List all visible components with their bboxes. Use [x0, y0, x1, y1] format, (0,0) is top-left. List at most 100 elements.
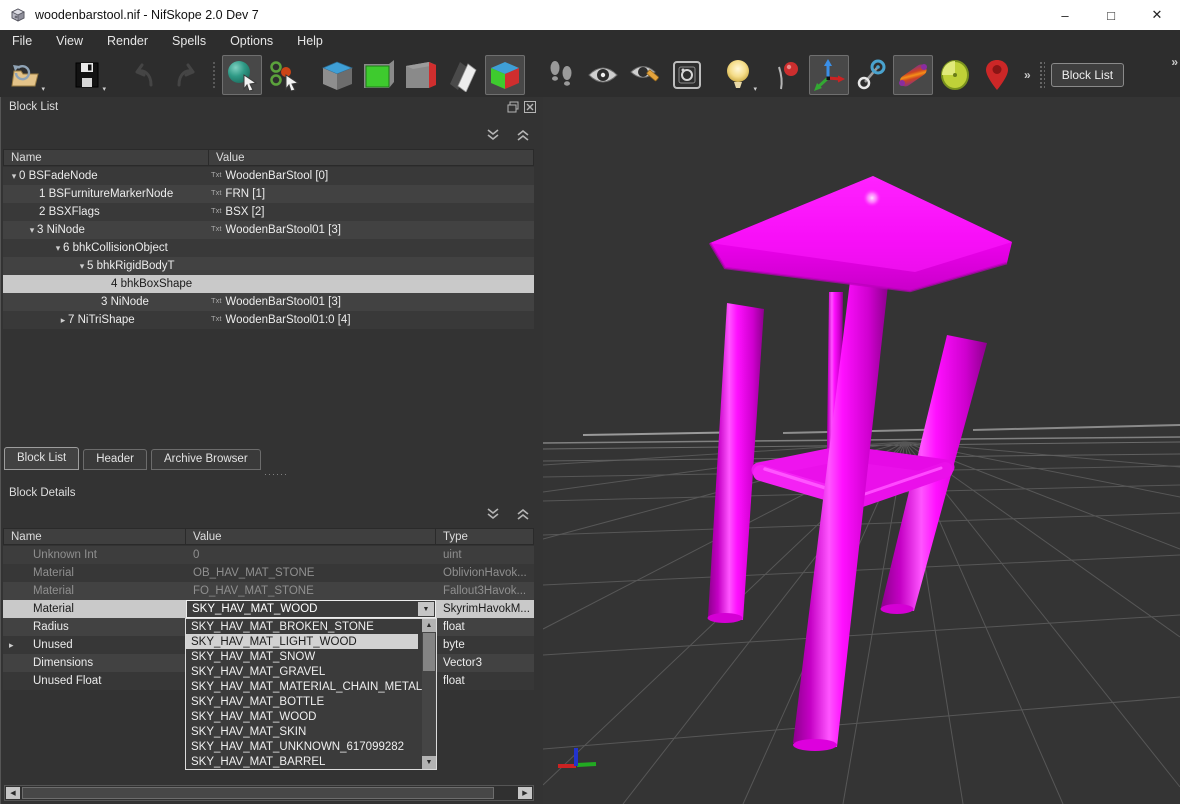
- tree-row[interactable]: ▾3 NiNode TxtWoodenBarStool01 [3]: [3, 221, 534, 239]
- close-button[interactable]: ✕: [1134, 0, 1180, 30]
- toolbar-grip-handle[interactable]: [1039, 61, 1045, 89]
- close-panel-icon[interactable]: [524, 101, 536, 113]
- menu-spells[interactable]: Spells: [160, 30, 218, 52]
- expand-arrow-icon[interactable]: ▾: [53, 243, 63, 254]
- toolbar-block-list-button[interactable]: Block List: [1051, 63, 1124, 87]
- tab-archive-browser[interactable]: Archive Browser: [151, 449, 261, 470]
- save-button[interactable]: ▾: [67, 55, 107, 95]
- scroll-up-icon[interactable]: ▲: [422, 619, 436, 632]
- column-header-value[interactable]: Value: [186, 528, 436, 545]
- show-front-face-button[interactable]: [359, 55, 399, 95]
- menu-help[interactable]: Help: [285, 30, 335, 52]
- visibility-button[interactable]: [583, 55, 623, 95]
- axes-widget-button[interactable]: [809, 55, 849, 95]
- dropdown-scrollbar[interactable]: ▲ ▼: [422, 619, 436, 769]
- double-sided-button[interactable]: [443, 55, 483, 95]
- save-dropdown-arrow-icon[interactable]: ▾: [102, 85, 106, 93]
- material-combobox[interactable]: SKY_HAV_MAT_WOOD ▼: [186, 600, 436, 618]
- node-link-button[interactable]: [851, 55, 891, 95]
- detail-row-selected[interactable]: Material SKY_HAV_MAT_WOOD ▼ SkyrimHavokM…: [3, 600, 534, 618]
- double-chevron-up-icon[interactable]: [516, 507, 530, 521]
- menu-file[interactable]: File: [0, 30, 44, 52]
- double-chevron-up-icon[interactable]: [516, 128, 530, 142]
- combobox-dropdown-arrow-icon[interactable]: ▼: [418, 602, 434, 616]
- scroll-left-icon[interactable]: ◀: [6, 787, 20, 799]
- axis-gizmo-icon: [558, 748, 596, 766]
- block-details-title-text: Block Details: [9, 487, 75, 499]
- scroll-down-icon[interactable]: ▼: [422, 756, 436, 769]
- double-chevron-down-icon[interactable]: [486, 507, 500, 521]
- dropdown-option[interactable]: SKY_HAV_MAT_SKIN: [186, 724, 436, 739]
- dropdown-option[interactable]: SKY_HAV_MAT_UNKNOWN_617099282: [186, 739, 436, 754]
- tree-row[interactable]: 1 BSFurnitureMarkerNode TxtFRN [1]: [3, 185, 534, 203]
- undo-button[interactable]: [124, 55, 164, 95]
- column-header-name[interactable]: Name: [3, 528, 186, 545]
- lighting-dropdown-arrow-icon[interactable]: ▾: [753, 85, 757, 93]
- tree-row[interactable]: ▾6 bhkCollisionObject: [3, 239, 534, 257]
- double-chevron-down-icon[interactable]: [486, 128, 500, 142]
- heatmap-bone-button[interactable]: [893, 55, 933, 95]
- block-name: 6 bhkCollisionObject: [63, 242, 168, 254]
- vertex-select-points-button[interactable]: [264, 55, 304, 95]
- float-panel-icon[interactable]: [507, 101, 519, 113]
- block-name: 3 NiNode: [101, 296, 149, 308]
- detail-row[interactable]: Material FO_HAV_MAT_STONE Fallout3Havok.…: [3, 582, 534, 600]
- menu-options[interactable]: Options: [218, 30, 285, 52]
- dropdown-option[interactable]: SKY_HAV_MAT_WOOD: [186, 709, 436, 724]
- tree-row[interactable]: ▾5 bhkRigidBodyT: [3, 257, 534, 275]
- toolbar-overflow-icon[interactable]: »: [1171, 55, 1176, 69]
- expand-arrow-icon[interactable]: ▾: [77, 261, 87, 272]
- redo-button[interactable]: [166, 55, 206, 95]
- tree-row[interactable]: ▾0 BSFadeNode TxtWoodenBarStool [0]: [3, 167, 534, 185]
- expand-arrow-icon[interactable]: ▾: [9, 171, 19, 182]
- tree-row[interactable]: 3 NiNode TxtWoodenBarStool01 [3]: [3, 293, 534, 311]
- location-pin-button[interactable]: [977, 55, 1017, 95]
- expand-arrow-icon[interactable]: ▾: [27, 225, 37, 236]
- expand-arrow-icon[interactable]: ▸: [58, 315, 68, 326]
- open-reload-button[interactable]: ▾: [6, 55, 46, 95]
- detail-row[interactable]: Unknown Int 0 uint: [3, 546, 534, 564]
- toolbar-extension-icon[interactable]: »: [1024, 68, 1029, 82]
- column-header-value[interactable]: Value: [209, 149, 534, 166]
- tree-row[interactable]: 2 BSXFlags TxtBSX [2]: [3, 203, 534, 221]
- vertex-pin-button[interactable]: [767, 55, 807, 95]
- tab-block-list[interactable]: Block List: [4, 447, 79, 470]
- show-side-face-button[interactable]: [401, 55, 441, 95]
- dropdown-option-highlighted[interactable]: SKY_HAV_MAT_LIGHT_WOOD: [186, 634, 418, 649]
- maximize-button[interactable]: □: [1088, 0, 1134, 30]
- vertex-select-sphere-button[interactable]: [222, 55, 262, 95]
- dropdown-option[interactable]: SKY_HAV_MAT_BOTTLE: [186, 694, 436, 709]
- column-header-name[interactable]: Name: [3, 149, 209, 166]
- open-dropdown-arrow-icon[interactable]: ▾: [41, 85, 45, 93]
- dropdown-option[interactable]: SKY_HAV_MAT_MATERIAL_CHAIN_METAL: [186, 679, 436, 694]
- time-button[interactable]: [935, 55, 975, 95]
- tree-row-selected[interactable]: 4 bhkBoxShape: [3, 275, 534, 293]
- detail-row[interactable]: Material OB_HAV_MAT_STONE OblivionHavok.…: [3, 564, 534, 582]
- column-header-type[interactable]: Type: [436, 528, 534, 545]
- scroll-thumb[interactable]: [22, 787, 494, 799]
- panel-splitter-handle[interactable]: ······: [256, 469, 296, 479]
- edit-visibility-button[interactable]: [625, 55, 665, 95]
- scroll-right-icon[interactable]: ▶: [518, 787, 532, 799]
- tree-row[interactable]: ▸7 NiTriShape TxtWoodenBarStool01:0 [4]: [3, 311, 534, 329]
- field-type: OblivionHavok...: [436, 564, 534, 582]
- field-type: byte: [436, 636, 534, 654]
- dropdown-option[interactable]: SKY_HAV_MAT_SNOW: [186, 649, 436, 664]
- rgb-cube-button[interactable]: [485, 55, 525, 95]
- show-top-face-button[interactable]: [317, 55, 357, 95]
- walk-mode-button[interactable]: [541, 55, 581, 95]
- tab-header[interactable]: Header: [83, 449, 147, 470]
- field-name: Material: [3, 564, 186, 582]
- minimize-button[interactable]: –: [1042, 0, 1088, 30]
- dropdown-option[interactable]: SKY_HAV_MAT_BROKEN_STONE: [186, 619, 436, 634]
- horizontal-scrollbar[interactable]: ◀ ▶: [4, 785, 534, 801]
- render-viewport[interactable]: [543, 97, 1180, 804]
- screenshot-button[interactable]: [667, 55, 707, 95]
- dropdown-option[interactable]: SKY_HAV_MAT_GRAVEL: [186, 664, 436, 679]
- menu-view[interactable]: View: [44, 30, 95, 52]
- menu-render[interactable]: Render: [95, 30, 160, 52]
- scroll-thumb[interactable]: [423, 633, 435, 671]
- lighting-button[interactable]: ▾: [718, 55, 758, 95]
- dropdown-option[interactable]: SKY_HAV_MAT_BARREL: [186, 754, 436, 769]
- string-type-icon: Txt: [211, 314, 221, 323]
